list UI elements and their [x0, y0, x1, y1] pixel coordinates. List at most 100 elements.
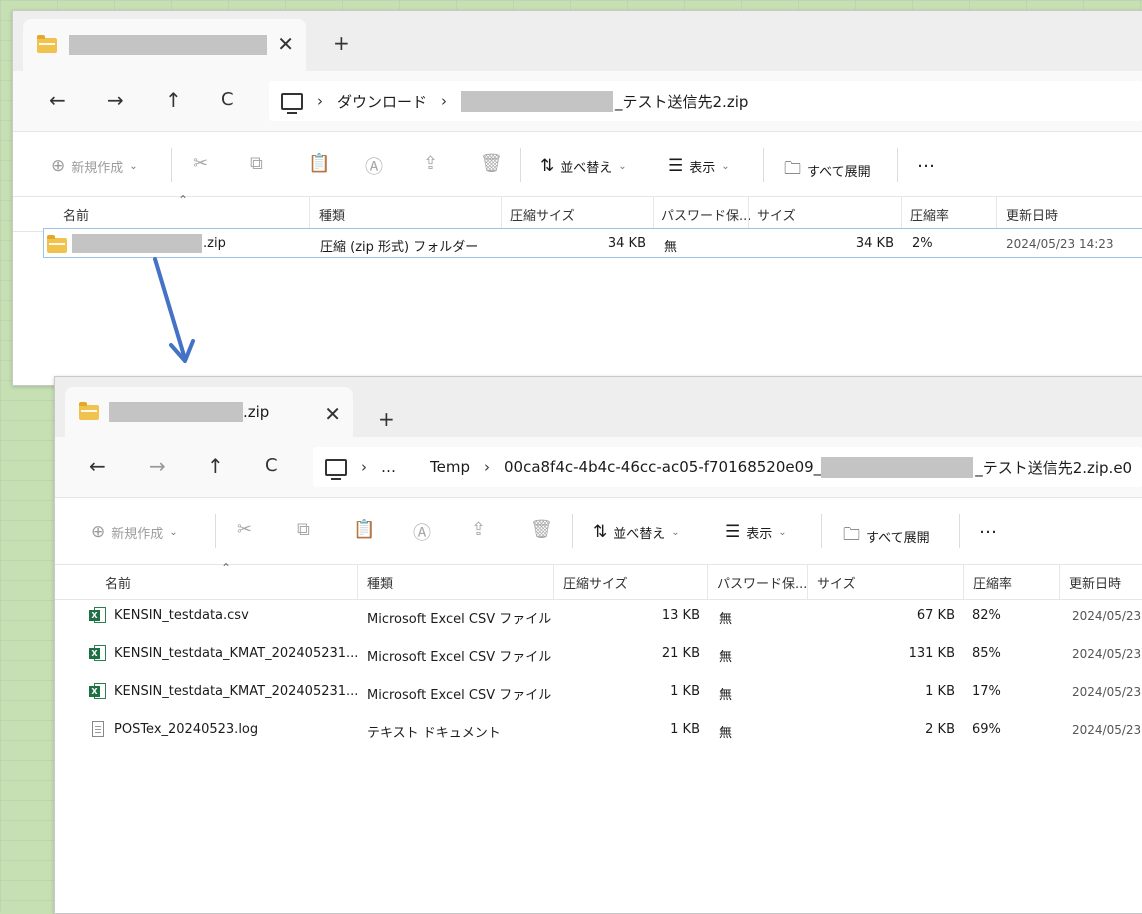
rename-icon[interactable]: Ⓐ — [413, 519, 431, 545]
share-icon[interactable]: ⇪ — [423, 153, 438, 174]
breadcrumb-zip-suffix[interactable]: _テスト送信先2.zip.e0 — [975, 457, 1132, 478]
breadcrumb-zip[interactable]: _テスト送信先2.zip — [615, 91, 748, 112]
column-type[interactable]: 種類 — [319, 205, 345, 224]
tab-zip[interactable]: .zip ✕ — [65, 387, 353, 437]
extract-all-button[interactable]: 🗀 すべて展開 — [784, 156, 871, 185]
file-row[interactable]: X KENSIN_testdata.csv Microsoft Excel CS… — [85, 601, 1142, 631]
new-button-label: 新規作成 — [71, 160, 124, 176]
plus-circle-icon: ⊕ — [91, 522, 106, 542]
view-button-label: 表示 — [689, 160, 716, 176]
breadcrumb-temp[interactable]: Temp — [430, 458, 470, 476]
file-row[interactable]: POSTex_20240523.log テキスト ドキュメント 1 KB 無 2… — [85, 715, 1142, 745]
this-pc-icon[interactable] — [325, 458, 347, 480]
cut-icon[interactable]: ✂ — [237, 519, 252, 540]
more-options-button[interactable]: … — [917, 151, 935, 172]
column-compressed-size[interactable]: 圧縮サイズ — [563, 573, 628, 592]
column-name[interactable]: 名前 — [105, 573, 131, 592]
column-divider — [807, 565, 808, 599]
compressed-size: 21 KB — [661, 646, 700, 661]
modified-date: 2024/05/23 — [1072, 723, 1142, 737]
redacted-path-segment — [821, 456, 974, 478]
address-bar[interactable]: › ダウンロード › _テスト送信先2.zip — [269, 81, 1142, 121]
file-name: POSTex_20240523.log — [114, 722, 259, 737]
column-password[interactable]: パスワード保... — [661, 205, 751, 224]
sort-button[interactable]: ⇅ 並べ替え ⌄ — [593, 522, 680, 542]
chevron-down-icon: ⌄ — [169, 526, 178, 538]
column-ratio[interactable]: 圧縮率 — [973, 573, 1012, 592]
redacted-path-segment — [461, 90, 614, 112]
divider — [171, 148, 172, 182]
copy-icon[interactable]: ⧉ — [297, 519, 310, 540]
forward-button[interactable]: → — [107, 89, 124, 111]
sort-icon: ⇅ — [540, 156, 555, 176]
address-bar[interactable]: › … › Temp › 00ca8f4c-4b4c-46cc-ac05-f70… — [313, 447, 1142, 487]
file-row[interactable]: X KENSIN_testdata_KMAT_202405231... Micr… — [85, 639, 1142, 669]
view-button-label: 表示 — [746, 526, 773, 542]
column-type[interactable]: 種類 — [367, 573, 393, 592]
forward-button[interactable]: → — [149, 455, 166, 477]
file-row[interactable]: X KENSIN_testdata_KMAT_202405231... Micr… — [85, 677, 1142, 707]
refresh-button[interactable]: C — [265, 455, 278, 477]
sort-button[interactable]: ⇅ 並べ替え ⌄ — [540, 156, 627, 176]
delete-icon[interactable]: 🗑 — [530, 519, 553, 540]
zip-folder-icon — [79, 401, 99, 420]
plus-circle-icon: ⊕ — [51, 156, 66, 176]
password-protected: 無 — [664, 240, 678, 255]
column-divider — [309, 197, 310, 231]
column-modified[interactable]: 更新日時 — [1069, 573, 1121, 592]
delete-icon[interactable]: 🗑 — [480, 153, 503, 174]
column-divider — [748, 197, 749, 231]
chevron-right-icon: › — [361, 458, 367, 476]
paste-icon[interactable]: 📋 — [308, 153, 330, 174]
view-button[interactable]: ☰ 表示 ⌄ — [725, 522, 787, 542]
divider — [763, 148, 764, 182]
copy-icon[interactable]: ⧉ — [250, 153, 263, 174]
refresh-button[interactable]: C — [221, 89, 234, 111]
modified-date: 2024/05/23 — [1072, 647, 1142, 661]
tab-downloads[interactable]: ✕ — [23, 19, 306, 71]
breadcrumb-more[interactable]: … — [381, 458, 396, 476]
column-password[interactable]: パスワード保... — [717, 573, 807, 592]
column-header-row: ⌃ 名前 種類 圧縮サイズ パスワード保... サイズ 圧縮率 更新日時 — [55, 561, 1142, 600]
extract-all-button[interactable]: 🗀 すべて展開 — [843, 522, 930, 551]
compressed-size: 1 KB — [670, 684, 700, 699]
sort-icon: ⇅ — [593, 522, 608, 542]
column-size[interactable]: サイズ — [817, 573, 856, 592]
breadcrumb-folder[interactable]: 00ca8f4c-4b4c-46cc-ac05-f70168520e09_ — [504, 458, 821, 476]
divider — [821, 514, 822, 548]
file-name: KENSIN_testdata_KMAT_202405231... — [114, 684, 359, 699]
new-tab-button[interactable]: + — [333, 33, 350, 53]
new-tab-button[interactable]: + — [378, 409, 395, 429]
column-size[interactable]: サイズ — [757, 205, 796, 224]
file-row-zip[interactable]: .zip 圧縮 (zip 形式) フォルダー 34 KB 無 34 KB 2% … — [43, 228, 1142, 258]
more-options-button[interactable]: … — [979, 517, 997, 538]
column-compressed-size[interactable]: 圧縮サイズ — [510, 205, 575, 224]
this-pc-icon[interactable] — [281, 92, 303, 114]
close-tab-icon[interactable]: ✕ — [277, 34, 294, 54]
back-button[interactable]: ← — [89, 455, 106, 477]
back-button[interactable]: ← — [49, 89, 66, 111]
paste-icon[interactable]: 📋 — [353, 519, 375, 540]
share-icon[interactable]: ⇪ — [471, 519, 486, 540]
column-modified[interactable]: 更新日時 — [1006, 205, 1058, 224]
view-button[interactable]: ☰ 表示 ⌄ — [668, 156, 730, 176]
column-ratio[interactable]: 圧縮率 — [910, 205, 949, 224]
chevron-down-icon: ⌄ — [671, 526, 680, 538]
close-tab-icon[interactable]: ✕ — [324, 404, 341, 424]
file-name: KENSIN_testdata_KMAT_202405231... — [114, 646, 359, 661]
up-button[interactable]: ↑ — [207, 455, 224, 477]
cut-icon[interactable]: ✂ — [193, 153, 208, 174]
new-button[interactable]: ⊕ 新規作成 ⌄ — [51, 156, 138, 176]
compressed-size: 34 KB — [607, 236, 646, 251]
new-button[interactable]: ⊕ 新規作成 ⌄ — [91, 522, 178, 542]
column-name[interactable]: 名前 — [63, 205, 89, 224]
password-protected: 無 — [719, 726, 733, 741]
command-bar: ⊕ 新規作成 ⌄ ✂ ⧉ 📋 Ⓐ ⇪ 🗑 ⇅ 並べ替え ⌄ ☰ 表示 ⌄ 🗀 す… — [55, 498, 1142, 565]
rename-icon[interactable]: Ⓐ — [365, 153, 383, 179]
zip-folder-icon — [37, 34, 57, 53]
compression-ratio: 69% — [972, 722, 1001, 737]
up-button[interactable]: ↑ — [165, 89, 182, 111]
divider — [897, 148, 898, 182]
breadcrumb-downloads[interactable]: ダウンロード — [337, 91, 427, 112]
file-type: Microsoft Excel CSV ファイル — [367, 650, 552, 665]
